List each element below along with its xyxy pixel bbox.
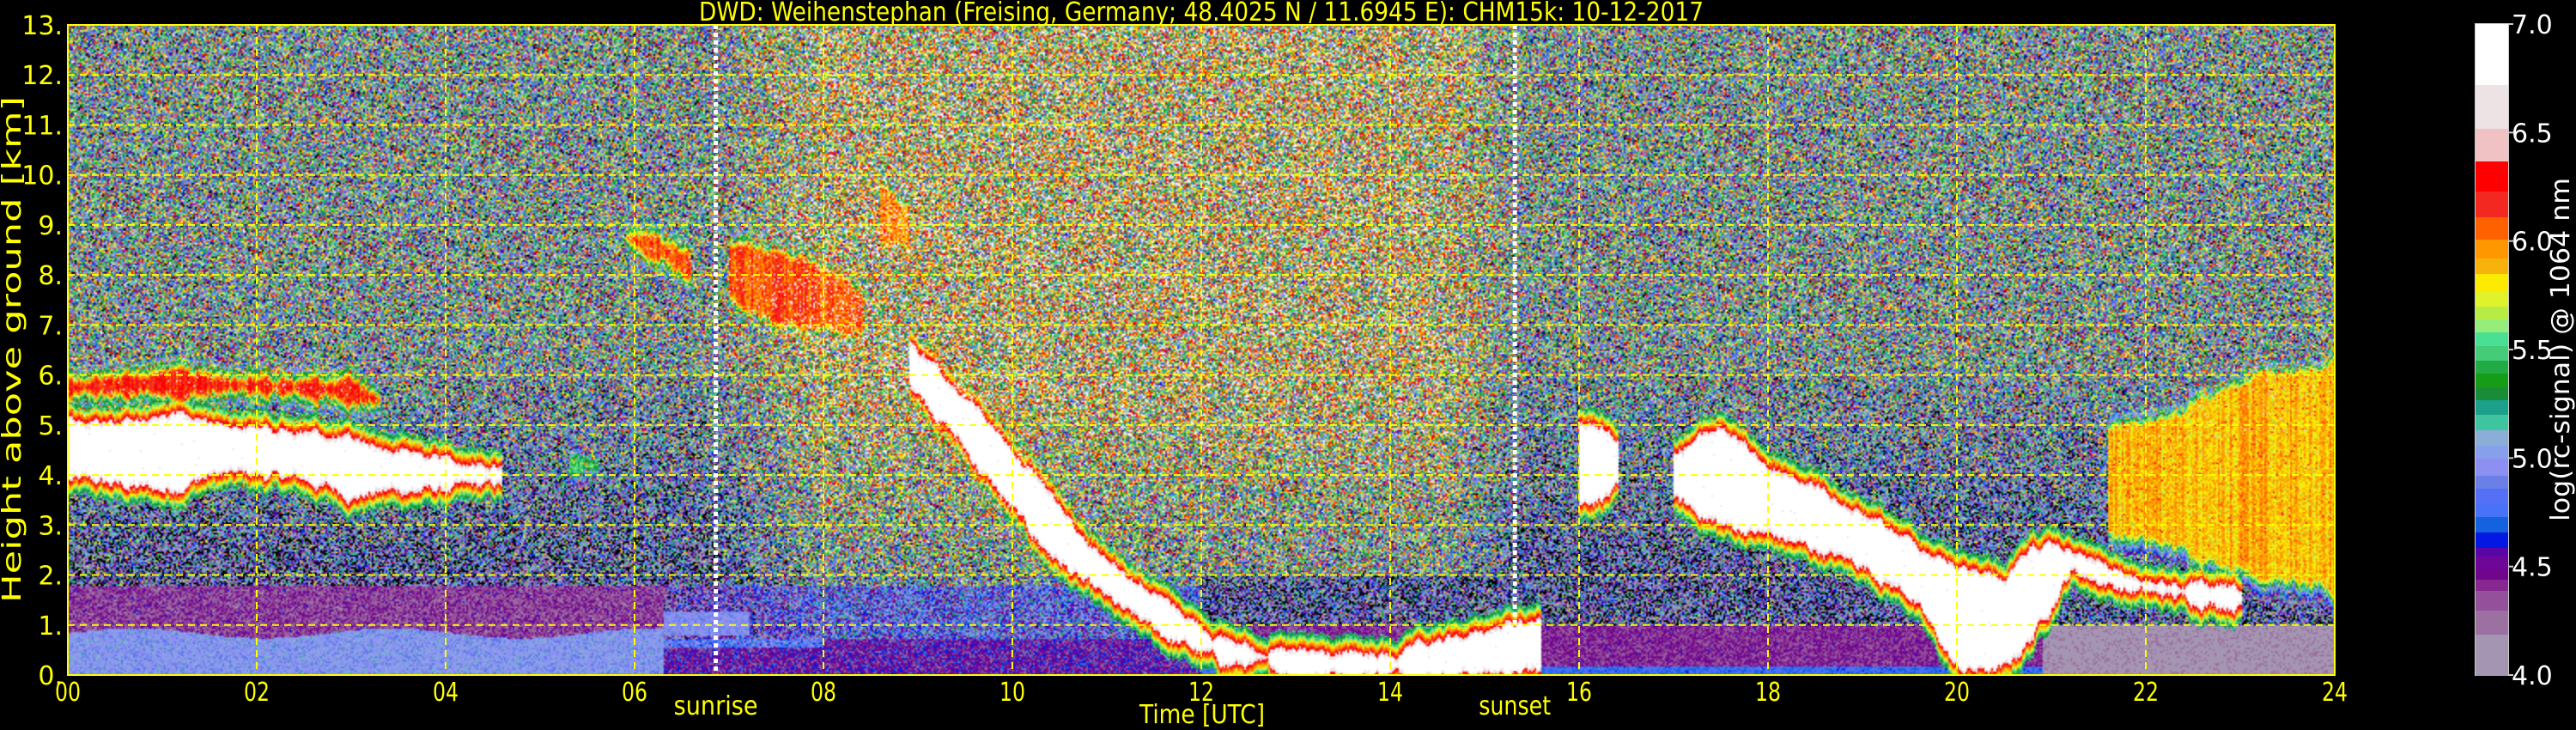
colorbar-segment bbox=[2476, 239, 2508, 259]
colorbar-segment bbox=[2476, 373, 2508, 387]
colorbar-segment bbox=[2476, 445, 2508, 459]
x-tick-label: 10 bbox=[999, 678, 1025, 708]
y-tick-label: 5. bbox=[38, 411, 63, 441]
sunrise-label: sunrise bbox=[674, 691, 758, 721]
colorbar-segment bbox=[2476, 344, 2508, 362]
colorbar-segment bbox=[2476, 488, 2508, 504]
y-tick-label: 13. bbox=[21, 11, 63, 41]
x-tick-label: 16 bbox=[1566, 678, 1592, 708]
sun-labels: sunrise sunset bbox=[674, 691, 1552, 721]
x-tick-label: 18 bbox=[1755, 678, 1781, 708]
y-tick-label: 4. bbox=[38, 461, 63, 491]
y-axis-label: Height above ground [km] bbox=[0, 96, 27, 603]
colorbar-segment bbox=[2476, 579, 2508, 592]
x-tick-label: 08 bbox=[811, 678, 836, 708]
colorbar-segment bbox=[2476, 161, 2508, 192]
x-tick-label: 22 bbox=[2133, 678, 2159, 708]
x-axis-label: Time [UTC] bbox=[1139, 700, 1265, 730]
y-tick-labels: 0.1.2.3.4.5.6.7.8.9.10.11.12.13. bbox=[21, 11, 63, 691]
colorbar-segment bbox=[2476, 306, 2508, 320]
grid bbox=[68, 25, 2335, 675]
colorbar-segment bbox=[2476, 590, 2508, 611]
colorbar-segment bbox=[2476, 319, 2508, 333]
chart-overlay: 0.1.2.3.4.5.6.7.8.9.10.11.12.13. 00 02 04 0… bbox=[0, 0, 2576, 730]
colorbar-segment bbox=[2476, 386, 2508, 400]
y-tick-label: 7. bbox=[38, 311, 63, 341]
y-tick-label: 12. bbox=[21, 61, 63, 91]
colorbar-segment bbox=[2476, 332, 2508, 346]
y-tick-label: 8. bbox=[38, 261, 63, 291]
colorbar-segment bbox=[2476, 569, 2508, 581]
colorbar-segment bbox=[2476, 458, 2508, 477]
colorbar-segment bbox=[2476, 532, 2508, 548]
colorbar-segment bbox=[2476, 290, 2508, 307]
colorbar-segment bbox=[2476, 546, 2508, 557]
colorbar-tick-label: 7.0 bbox=[2512, 10, 2553, 40]
colorbar-segment bbox=[2476, 516, 2508, 532]
y-tick-label: 9. bbox=[38, 211, 63, 241]
y-tick-label: 6. bbox=[38, 362, 63, 392]
colorbar-segment bbox=[2476, 258, 2508, 275]
colorbar-tick-label: 6.5 bbox=[2512, 119, 2553, 149]
y-tick-label: 11. bbox=[21, 111, 63, 141]
colorbar-segment bbox=[2476, 84, 2508, 129]
colorbar-segment bbox=[2476, 633, 2508, 676]
x-tick-label: 04 bbox=[433, 678, 459, 708]
x-tick-label: 06 bbox=[622, 678, 647, 708]
x-tick-label: 14 bbox=[1377, 678, 1403, 708]
colorbar-label: log(rc-signal) @ 1064 nm bbox=[2546, 178, 2576, 521]
colorbar-segment bbox=[2476, 429, 2508, 446]
colorbar-segment bbox=[2476, 475, 2508, 490]
y-tick-label: 3. bbox=[38, 511, 63, 541]
sun-lines bbox=[714, 25, 1517, 675]
colorbar-segment bbox=[2476, 610, 2508, 635]
colorbar bbox=[2475, 23, 2509, 676]
colorbar-segment bbox=[2476, 24, 2508, 86]
y-tick-label: 1. bbox=[38, 611, 63, 642]
colorbar-tick-label: 4.5 bbox=[2512, 553, 2553, 583]
x-tick-label: 20 bbox=[1944, 678, 1970, 708]
colorbar-segment bbox=[2476, 191, 2508, 218]
x-tick-label: 24 bbox=[2322, 678, 2348, 708]
x-tick-label: 02 bbox=[244, 678, 270, 708]
sunset-label: sunset bbox=[1479, 691, 1551, 721]
y-tick-label: 2. bbox=[38, 562, 63, 592]
colorbar-segment bbox=[2476, 273, 2508, 292]
colorbar-segment bbox=[2476, 399, 2508, 416]
y-tick-label: 10. bbox=[21, 161, 63, 192]
colorbar-segment bbox=[2476, 414, 2508, 431]
colorbar-tick-label: 4.0 bbox=[2512, 661, 2553, 691]
colorbar-segment bbox=[2476, 556, 2508, 569]
chart-title: DWD: Weihenstephan (Freising, Germany; 4… bbox=[699, 0, 1704, 27]
colorbar-segment bbox=[2476, 360, 2508, 374]
colorbar-segment bbox=[2476, 216, 2508, 240]
colorbar-segment bbox=[2476, 503, 2508, 518]
colorbar-segment bbox=[2476, 128, 2508, 161]
x-tick-label: 00 bbox=[55, 678, 81, 708]
